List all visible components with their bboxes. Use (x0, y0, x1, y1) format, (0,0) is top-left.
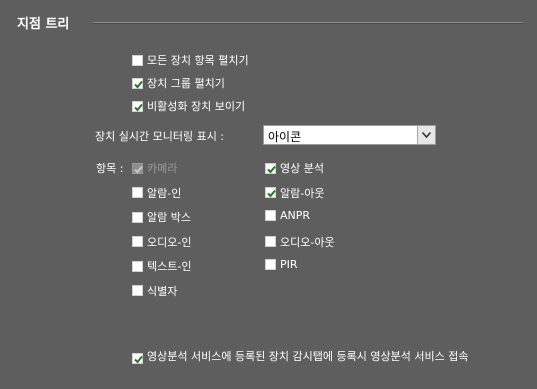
check-icon (134, 165, 143, 173)
checkbox (132, 162, 143, 174)
item-option[interactable]: 오디오-인 (132, 234, 191, 250)
checkbox[interactable] (265, 187, 276, 198)
checkbox[interactable] (132, 353, 143, 364)
chevron-down-icon[interactable] (417, 126, 435, 144)
option-va-connect[interactable]: 영상분석 서비스에 등록된 장치 감시탭에 등록시 영상분석 서비스 접속 (132, 351, 517, 364)
item-option[interactable]: 텍스트-인 (132, 258, 191, 274)
item-option[interactable]: PIR (265, 258, 298, 271)
item-option: 카메라 (132, 160, 177, 176)
item-label: 영상 분석 (280, 162, 324, 175)
option-label: 영상분석 서비스에 등록된 장치 감시탭에 등록시 영상분석 서비스 접속 (147, 350, 469, 363)
check-icon (134, 80, 143, 88)
checkbox[interactable] (132, 260, 143, 272)
checkbox[interactable] (265, 210, 276, 221)
checkbox[interactable] (132, 54, 143, 66)
section-title: 지점 트리 (17, 17, 70, 32)
item-label: ANPR (280, 209, 311, 222)
item-option[interactable]: 알람 박스 (132, 209, 191, 225)
item-label: 식별자 (147, 284, 178, 298)
checkbox[interactable] (132, 211, 143, 223)
checkbox[interactable] (132, 236, 143, 247)
select-value: 아이콘 (268, 130, 302, 144)
item-option[interactable]: 영상 분석 (265, 160, 324, 176)
item-option[interactable]: 알람-인 (132, 185, 181, 201)
check-icon (134, 355, 143, 364)
check-icon (134, 103, 143, 111)
check-icon (267, 189, 276, 198)
check-icon (267, 165, 276, 173)
checkbox[interactable] (265, 259, 276, 270)
option-expand-groups[interactable]: 장치 그룹 펼치기 (132, 75, 225, 91)
checkbox[interactable] (132, 77, 143, 89)
checkbox[interactable] (265, 236, 276, 247)
option-label: 비활성화 장치 보이기 (147, 100, 246, 113)
option-expand-all[interactable]: 모든 장치 항목 펼치기 (132, 52, 249, 68)
item-option[interactable]: 알람-아웃 (265, 185, 324, 201)
item-option[interactable]: 오디오-아웃 (265, 234, 335, 250)
title-divider (93, 22, 523, 24)
item-label: PIR (280, 258, 298, 271)
item-label: 알람 박스 (147, 211, 191, 224)
items-label: 항목 : (96, 162, 124, 175)
item-label: 오디오-인 (147, 235, 192, 249)
checkbox[interactable] (132, 187, 143, 198)
option-show-disabled[interactable]: 비활성화 장치 보이기 (132, 98, 245, 114)
monitor-display-select[interactable]: 아이콘 (263, 125, 436, 145)
checkbox[interactable] (132, 285, 143, 296)
monitor-label: 장치 실시간 모니터링 표시 : (95, 130, 225, 143)
item-label: 오디오-아웃 (280, 235, 335, 249)
item-label: 알람-인 (147, 186, 182, 200)
item-label: 카메라 (147, 162, 178, 175)
item-option[interactable]: 식별자 (132, 283, 177, 299)
item-label: 텍스트-인 (147, 260, 192, 273)
checkbox[interactable] (265, 162, 276, 174)
item-label: 알람-아웃 (280, 186, 325, 200)
option-label: 장치 그룹 펼치기 (147, 77, 225, 90)
option-label: 모든 장치 항목 펼치기 (147, 54, 249, 67)
checkbox[interactable] (132, 100, 143, 112)
item-option[interactable]: ANPR (265, 209, 310, 222)
